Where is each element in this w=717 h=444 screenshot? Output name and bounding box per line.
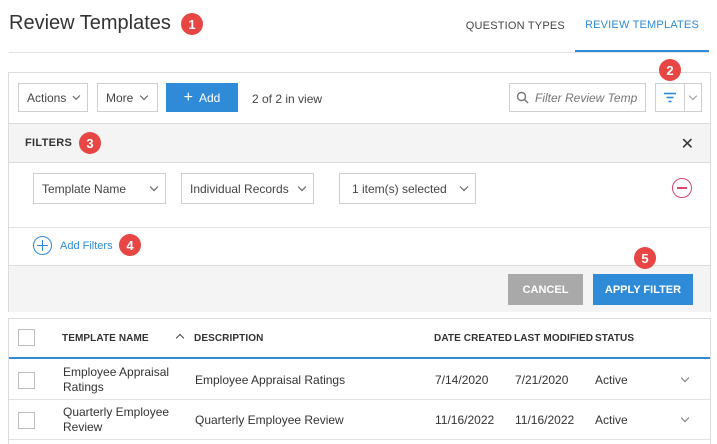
column-header-template-name[interactable]: TEMPLATE NAME (62, 333, 149, 344)
search-box[interactable] (509, 83, 646, 112)
filter-icon (664, 92, 676, 103)
annotation-badge-2: 2 (659, 59, 681, 81)
template-name-line: Employee Appraisal (63, 365, 170, 379)
last-modified-cell: 11/16/2022 (515, 413, 575, 427)
annotation-badge-3: 3 (79, 132, 101, 154)
expand-row-icon[interactable] (680, 373, 690, 383)
filter-options-caret[interactable] (685, 83, 702, 112)
template-name-line: Review (63, 420, 103, 434)
chevron-down-icon (149, 182, 159, 192)
chevron-down-icon (297, 182, 307, 192)
add-filters-link[interactable]: Add Filters (33, 236, 113, 255)
filter-field-select[interactable]: Template Name (33, 173, 166, 204)
filters-title: FILTERS (25, 137, 73, 149)
more-dropdown[interactable]: More (97, 83, 158, 112)
add-label: Add (198, 90, 221, 105)
filter-button[interactable] (655, 83, 685, 112)
filter-row: Template Name Individual Records 1 item(… (9, 163, 710, 228)
date-created-cell: 11/16/2022 (435, 413, 495, 427)
plus-icon: + (183, 88, 193, 106)
description-cell: Quarterly Employee Review (195, 413, 344, 427)
date-created-cell: 7/14/2020 (435, 373, 489, 387)
apply-filter-button[interactable]: APPLY FILTER (593, 274, 693, 305)
header-divider (9, 52, 709, 53)
annotation-badge-1: 1 (181, 13, 203, 35)
sort-ascending-icon[interactable] (175, 333, 185, 343)
filter-field-value: Template Name (42, 181, 127, 196)
add-filters-label: Add Filters (60, 239, 113, 252)
actions-dropdown[interactable]: Actions (18, 83, 88, 112)
cancel-button[interactable]: CANCEL (508, 274, 583, 305)
filter-operator-value: Individual Records (190, 181, 289, 196)
search-icon (516, 91, 529, 104)
description-cell: Employee Appraisal Ratings (195, 373, 346, 387)
chevron-down-icon (140, 91, 149, 101)
page-title: Review Templates (9, 12, 171, 34)
filters-header: FILTERS ✕ (9, 123, 710, 163)
filter-operator-select[interactable]: Individual Records (181, 173, 314, 204)
records-count: 2 of 2 in view (252, 92, 323, 106)
toolbar: Actions More + Add 2 of 2 in view (9, 73, 710, 123)
column-header-status[interactable]: STATUS (595, 333, 634, 344)
table-header: TEMPLATE NAME DESCRIPTION DATE CREATED L… (9, 319, 710, 359)
table-row[interactable]: Quarterly Employee Review Quarterly Empl… (9, 400, 710, 440)
chevron-down-icon (459, 182, 469, 192)
tab-question-types[interactable]: QUESTION TYPES (456, 0, 575, 52)
remove-filter-icon[interactable] (672, 178, 692, 198)
annotation-badge-4: 4 (119, 234, 141, 256)
add-circle-icon (33, 236, 52, 255)
add-button[interactable]: + Add (166, 83, 238, 112)
actions-label: Actions (27, 90, 67, 105)
column-header-description[interactable]: DESCRIPTION (194, 333, 263, 344)
chevron-down-icon (72, 92, 81, 100)
template-name-line: Ratings (63, 380, 104, 394)
more-label: More (106, 90, 134, 105)
chevron-down-icon (688, 91, 698, 101)
top-tabs: QUESTION TYPES REVIEW TEMPLATES (456, 0, 709, 52)
status-cell: Active (595, 373, 628, 387)
table-row[interactable]: Employee Appraisal Ratings Employee Appr… (9, 360, 710, 400)
row-checkbox[interactable] (18, 372, 35, 389)
template-name-cell: Employee Appraisal Ratings (63, 365, 169, 395)
template-name-line: Quarterly Employee (63, 405, 170, 419)
tab-review-templates[interactable]: REVIEW TEMPLATES (574, 0, 709, 52)
close-icon[interactable]: ✕ (681, 134, 694, 154)
filter-value-text: 1 item(s) selected (352, 181, 447, 196)
expand-row-icon[interactable] (680, 413, 690, 423)
templates-table: TEMPLATE NAME DESCRIPTION DATE CREATED L… (8, 318, 711, 444)
annotation-badge-5: 5 (634, 247, 656, 269)
row-checkbox[interactable] (18, 412, 35, 429)
search-input[interactable] (535, 90, 645, 105)
column-header-date-created[interactable]: DATE CREATED (434, 333, 512, 344)
last-modified-cell: 7/21/2020 (515, 373, 569, 387)
column-header-last-modified[interactable]: LAST MODIFIED (514, 333, 593, 344)
filter-value-select[interactable]: 1 item(s) selected (339, 173, 476, 204)
filter-actions-bar: CANCEL APPLY FILTER (9, 265, 710, 312)
select-all-checkbox[interactable] (18, 329, 35, 346)
filter-panel: Actions More + Add 2 of 2 in view Filter… (8, 72, 711, 312)
template-name-cell: Quarterly Employee Review (63, 405, 169, 435)
status-cell: Active (595, 413, 628, 427)
